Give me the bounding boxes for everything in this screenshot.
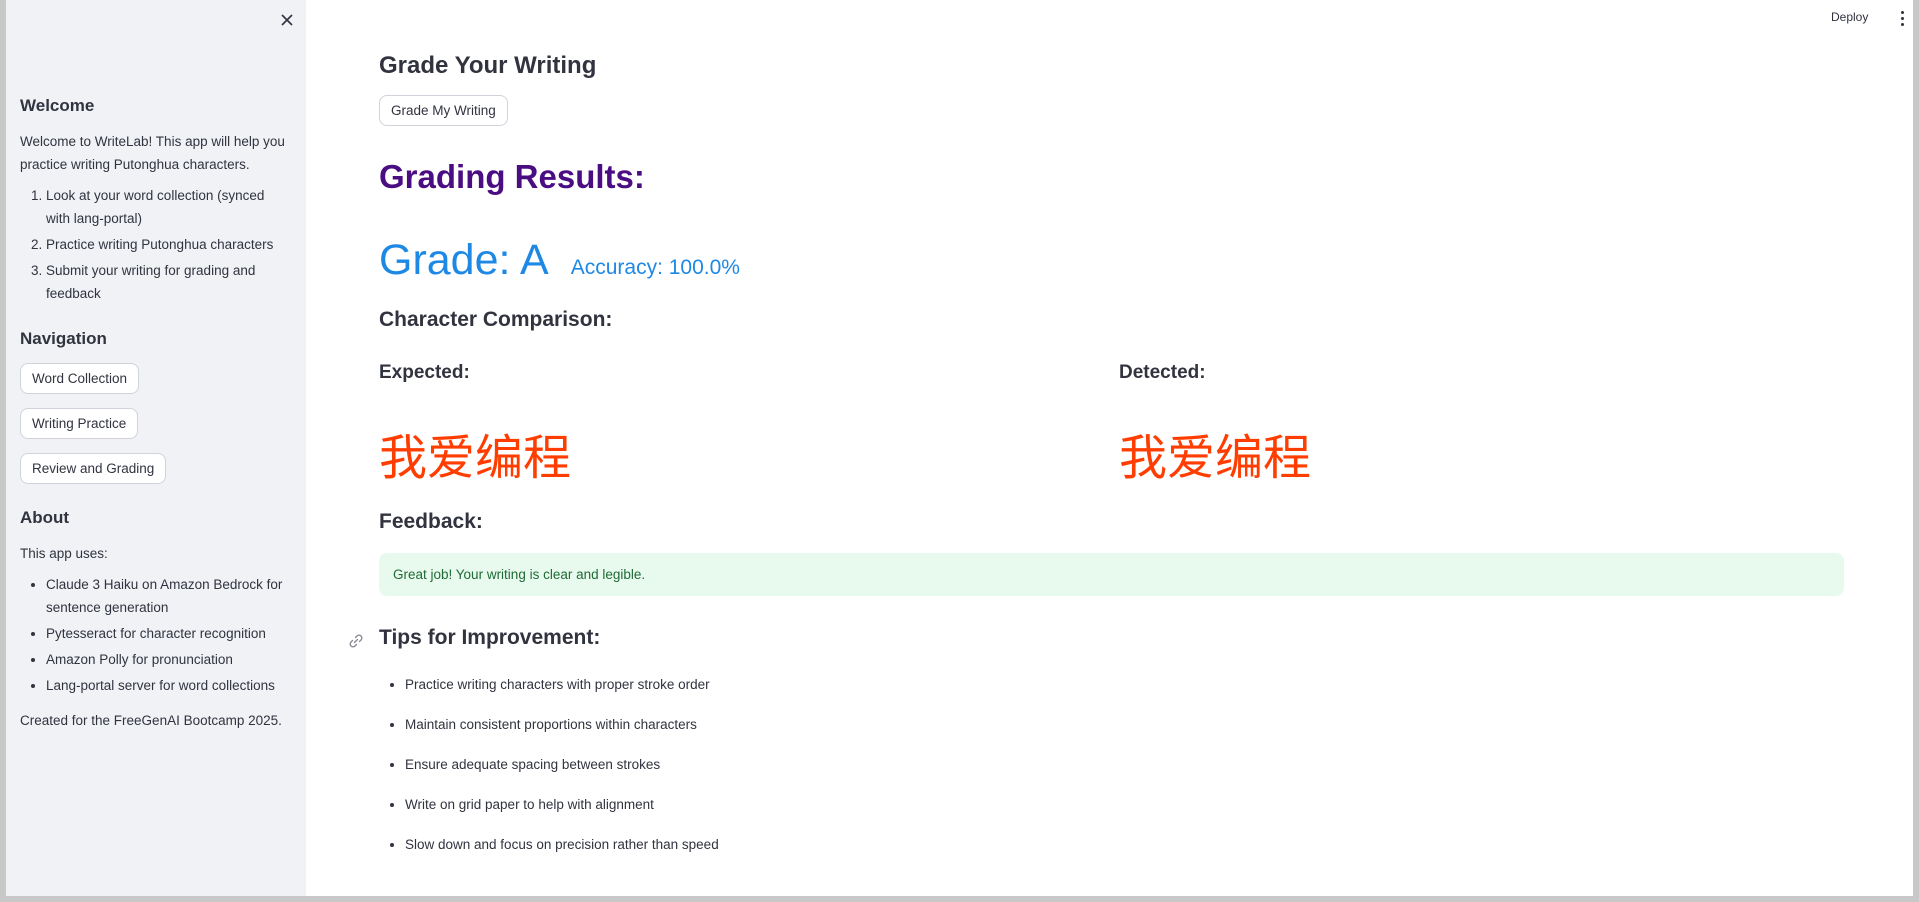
review-and-grading-button[interactable]: Review and Grading: [20, 453, 167, 484]
close-sidebar-button[interactable]: [275, 8, 299, 32]
navigation-heading: Navigation: [20, 329, 107, 348]
tip-item: Maintain consistent proportions within c…: [405, 713, 1844, 753]
feedback-message: Great job! Your writing is clear and leg…: [379, 553, 1844, 596]
main-content: Deploy Grade Your Writing Grade My Writi…: [306, 0, 1913, 896]
close-icon: [281, 14, 293, 26]
accuracy-value: Accuracy: 100.0%: [570, 256, 740, 279]
about-item: Claude 3 Haiku on Amazon Bedrock for sen…: [46, 573, 292, 619]
tip-item: Slow down and focus on precision rather …: [405, 833, 1844, 873]
app-window: Welcome Welcome to WriteLab! This app wi…: [6, 0, 1913, 896]
about-footer: Created for the FreeGenAI Bootcamp 2025.: [20, 713, 282, 728]
welcome-text: Welcome to WriteLab! This app will help …: [20, 134, 285, 172]
grade-my-writing-button[interactable]: Grade My Writing: [379, 95, 508, 126]
tip-item: Write on grid paper to help with alignme…: [405, 793, 1844, 833]
about-item: Amazon Polly for pronunciation: [46, 648, 292, 671]
more-vert-icon[interactable]: [1895, 8, 1909, 28]
link-icon[interactable]: [347, 632, 365, 650]
about-heading: About: [20, 508, 70, 527]
tip-item: Practice writing characters with proper …: [405, 673, 1844, 713]
writing-practice-button[interactable]: Writing Practice: [20, 408, 139, 439]
feedback-title: Feedback:: [379, 510, 483, 533]
sidebar: Welcome Welcome to WriteLab! This app wi…: [6, 0, 306, 896]
section-title: Grade Your Writing: [379, 52, 597, 79]
welcome-heading: Welcome: [20, 96, 95, 115]
welcome-step: Look at your word collection (synced wit…: [46, 184, 292, 230]
grading-results-title: Grading Results:: [379, 158, 645, 195]
welcome-step: Practice writing Putonghua characters: [46, 233, 292, 256]
about-intro: This app uses:: [20, 546, 108, 561]
about-item: Pytesseract for character recognition: [46, 622, 292, 645]
character-comparison-title: Character Comparison:: [379, 308, 613, 331]
detected-characters: 我爱编程: [1119, 430, 1312, 486]
welcome-steps: Look at your word collection (synced wit…: [20, 184, 292, 305]
tip-item: Ensure adequate spacing between strokes: [405, 753, 1844, 793]
grade-value: Grade: A: [379, 236, 549, 284]
about-item: Lang-portal server for word collections: [46, 674, 292, 697]
deploy-button[interactable]: Deploy: [1831, 10, 1868, 24]
about-list: Claude 3 Haiku on Amazon Bedrock for sen…: [20, 573, 292, 697]
welcome-step: Submit your writing for grading and feed…: [46, 259, 292, 305]
tips-list: Practice writing characters with proper …: [379, 673, 1844, 873]
detected-label: Detected:: [1119, 362, 1206, 383]
tips-title: Tips for Improvement:: [379, 626, 601, 649]
word-collection-button[interactable]: Word Collection: [20, 363, 140, 394]
